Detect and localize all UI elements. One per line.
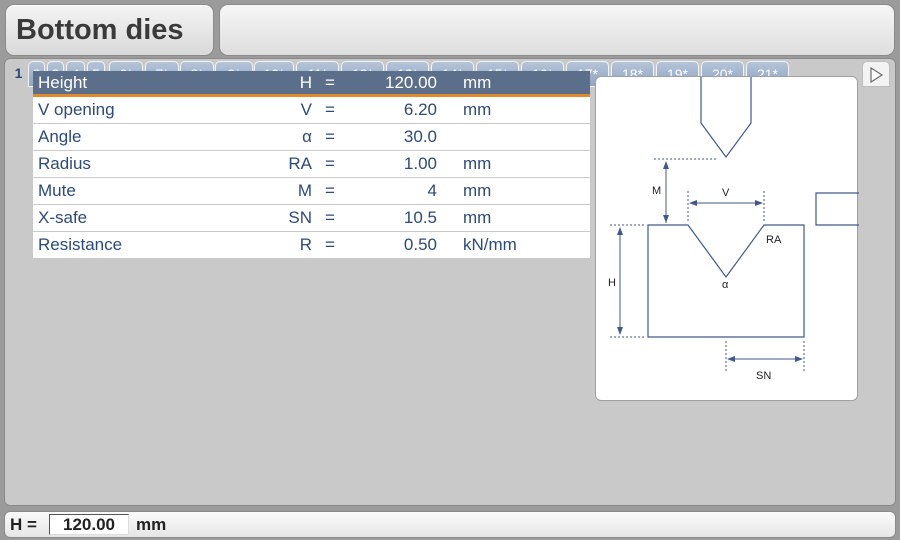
side-block-shape: [815, 192, 859, 226]
param-row-v-opening[interactable]: V opening V = 6.20 mm: [33, 97, 590, 124]
param-equals: =: [325, 154, 335, 173]
param-symbol: H: [299, 73, 312, 92]
param-equals: =: [325, 73, 335, 92]
param-value: 1.00: [403, 154, 437, 173]
die-diagram-drawing: M V RA H α SN: [608, 77, 859, 382]
header-info-panel: [219, 4, 895, 56]
param-row-mute[interactable]: Mute M = 4 mm: [33, 178, 590, 205]
param-unit: mm: [463, 181, 492, 200]
param-label: Mute: [38, 181, 76, 200]
param-value: 30.0: [403, 127, 437, 146]
param-row-radius[interactable]: Radius RA = 1.00 mm: [33, 151, 590, 178]
param-value: 10.5: [403, 208, 437, 227]
param-label: Radius: [38, 154, 91, 173]
tab-scroll-button[interactable]: [862, 61, 890, 87]
param-equals: =: [325, 235, 335, 254]
param-symbol: α: [302, 127, 312, 146]
param-unit: mm: [463, 100, 492, 119]
param-label: Resistance: [38, 235, 123, 254]
param-unit: mm: [463, 154, 492, 173]
param-equals: =: [325, 100, 335, 119]
param-equals: =: [325, 208, 335, 227]
value-input-field[interactable]: 120.00: [49, 514, 129, 535]
label-sn: SN: [756, 370, 771, 382]
label-h: H: [608, 277, 616, 289]
param-value: 6.20: [403, 100, 437, 119]
tab-1[interactable]: 1: [10, 61, 27, 87]
param-row-resistance[interactable]: Resistance R = 0.50 kN/mm: [33, 232, 590, 259]
param-row-x-safe[interactable]: X-safe SN = 10.5 mm: [33, 205, 590, 232]
param-label: V opening: [38, 100, 115, 119]
die-diagram: M V RA H α SN: [595, 76, 859, 401]
param-unit: kN/mm: [463, 235, 517, 254]
status-label: H =: [10, 515, 37, 534]
param-label: X-safe: [38, 208, 88, 227]
triangle-right-icon: [870, 67, 884, 83]
param-symbol: V: [300, 100, 312, 119]
param-symbol: M: [297, 181, 312, 200]
title-panel: Bottom dies: [5, 4, 214, 56]
param-value: 4: [427, 181, 437, 200]
param-equals: =: [325, 127, 335, 146]
parameter-table: Height H = 120.00 mm V opening V = 6.20 mm Angle α =…: [33, 71, 590, 259]
label-alpha: α: [722, 279, 729, 291]
page-title: Bottom dies: [16, 14, 184, 46]
param-symbol: R: [299, 235, 312, 254]
status-unit: mm: [136, 515, 167, 534]
param-equals: =: [325, 181, 335, 200]
punch-shape: [700, 77, 752, 159]
param-unit: mm: [463, 208, 492, 227]
param-label: Height: [38, 73, 88, 92]
param-value: 120.00: [385, 73, 437, 92]
param-row-height[interactable]: Height H = 120.00 mm: [33, 71, 590, 97]
label-v: V: [722, 187, 730, 199]
param-symbol: RA: [288, 154, 312, 173]
param-value: 0.50: [403, 235, 437, 254]
param-symbol: SN: [288, 208, 312, 227]
label-ra: RA: [766, 234, 782, 246]
status-bar: H = 120.00 mm: [4, 511, 896, 538]
label-m: M: [652, 185, 661, 197]
param-row-angle[interactable]: Angle α = 30.0: [33, 124, 590, 151]
param-label: Angle: [38, 127, 82, 146]
param-unit: mm: [463, 73, 492, 92]
